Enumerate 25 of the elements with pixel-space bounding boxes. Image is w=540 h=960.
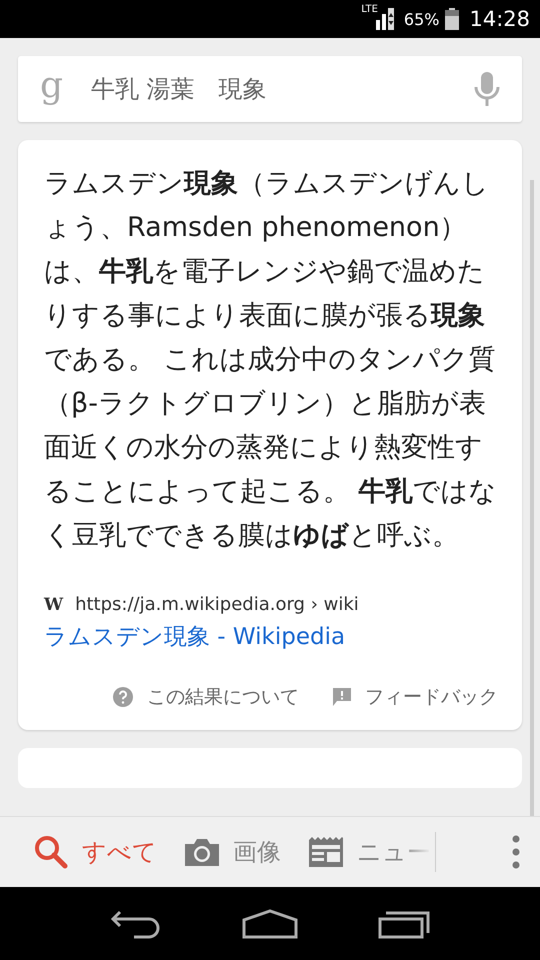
- result-title-link[interactable]: ラムスデン現象 - Wikipedia: [44, 621, 498, 652]
- search-query: 牛乳 湯葉 現象: [91, 74, 268, 105]
- about-result-button[interactable]: この結果について: [113, 678, 299, 716]
- recent-apps-icon[interactable]: [378, 908, 430, 938]
- search-icon: [34, 835, 68, 869]
- help-icon: [113, 687, 133, 707]
- newspaper-icon: [309, 837, 343, 867]
- clock: 14:28: [469, 7, 530, 31]
- wikipedia-w-icon: W: [44, 594, 64, 614]
- home-icon[interactable]: [242, 908, 298, 938]
- back-icon[interactable]: [110, 908, 162, 938]
- feedback-icon: [333, 688, 351, 706]
- feedback-button[interactable]: フィードバック: [333, 678, 498, 716]
- more-options-icon[interactable]: [512, 835, 520, 869]
- result-snippet: ラムスデン現象（ラムスデンげんしょう、Ramsden phenomenon）は、牛乳を電子レンジや鍋で温めたりする事により表面に膜が張る現象である。 これは成分中のタンパク質（β-ラクトグロブリン）と脂肪が表面近くの水分の蒸発により熱変性することによって起こる。 牛乳ではなく豆乳でできる膜はゆばと呼ぶ。: [44, 167, 498, 553]
- battery-percent: 65%: [404, 10, 440, 28]
- result-url: https://ja.m.wikipedia.org › wiki: [75, 594, 359, 615]
- camera-icon: [185, 838, 219, 866]
- battery-icon: [445, 8, 460, 30]
- search-tab[interactable]: ニュー: [309, 836, 431, 868]
- network-label: LTE: [361, 4, 378, 15]
- search-field[interactable]: g 牛乳 湯葉 現象: [18, 56, 522, 122]
- google-g-icon: g: [40, 64, 64, 106]
- search-tab[interactable]: 画像: [185, 836, 281, 868]
- search-tab[interactable]: すべて: [34, 835, 157, 869]
